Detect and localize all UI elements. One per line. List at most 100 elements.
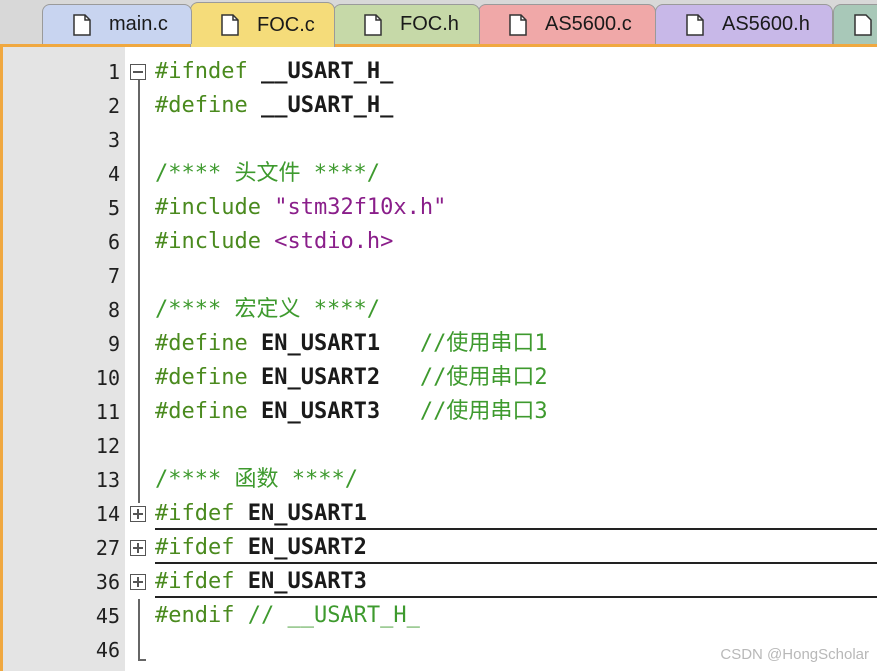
line-number: 36	[95, 570, 120, 594]
expand-fold-icon[interactable]	[130, 506, 146, 522]
code-text: #ifdef EN_USART2	[155, 534, 367, 562]
line-number: 14	[95, 502, 120, 526]
code-text: /**** 头文件 ****/	[155, 160, 380, 188]
code-token: // __USART_H_	[247, 603, 420, 628]
tab-label: AS5600.h	[722, 13, 810, 35]
code-line[interactable]: 36 #ifdef EN_USART3	[3, 565, 877, 599]
tab-label: main.c	[109, 13, 168, 35]
code-token: #ifdef	[155, 501, 248, 526]
code-token: #define	[155, 93, 261, 118]
code-token: EN_USART3	[260, 399, 381, 424]
file-icon	[364, 13, 382, 36]
code-token: /**** 函数 ****/	[155, 467, 358, 492]
code-text: /**** 宏定义 ****/	[155, 296, 380, 324]
line-number: 27	[95, 536, 120, 560]
code-line[interactable]: 3	[3, 123, 877, 157]
line-number: 10	[95, 366, 120, 390]
file-icon	[854, 13, 872, 36]
expand-fold-icon[interactable]	[130, 540, 146, 556]
tab-foc-h[interactable]: FOC.h	[333, 4, 480, 44]
line-number: 13	[95, 468, 120, 492]
tab-as5600-c[interactable]: AS5600.c	[478, 4, 656, 44]
collapsed-block-marker	[155, 528, 877, 530]
code-token: #endif	[155, 603, 248, 628]
code-token: EN_USART2	[247, 535, 367, 560]
tab-label: FOC.c	[257, 13, 315, 36]
line-number: 12	[95, 434, 120, 458]
code-token: <stdio.h>	[274, 229, 394, 254]
code-token: #ifdef	[155, 535, 248, 560]
code-line[interactable]: 14 #ifdef EN_USART1	[3, 497, 877, 531]
code-text: #endif // __USART_H_	[155, 602, 420, 630]
code-token: #define	[155, 365, 261, 390]
line-number: 6	[107, 230, 120, 254]
code-line[interactable]: 8 /**** 宏定义 ****/	[3, 293, 877, 327]
code-line[interactable]: 9 #define EN_USART1 //使用串口1	[3, 327, 877, 361]
code-token: //使用串口3	[380, 399, 548, 424]
fold-guide	[138, 80, 140, 503]
line-number: 5	[107, 196, 120, 220]
code-token: /**** 宏定义 ****/	[155, 297, 380, 322]
code-text: #include <stdio.h>	[155, 228, 393, 256]
tab-bar-divider	[0, 44, 877, 47]
collapse-fold-icon[interactable]	[130, 64, 146, 80]
line-number: 11	[95, 400, 120, 424]
line-number: 7	[107, 264, 120, 288]
tab-label: FOC.h	[400, 13, 459, 35]
fold-end-mark	[138, 659, 146, 661]
code-token: __USART_H_	[260, 93, 394, 118]
code-token: EN_USART1	[260, 331, 381, 356]
code-token: EN_USART3	[247, 569, 367, 594]
code-line[interactable]: 11 #define EN_USART3 //使用串口3	[3, 395, 877, 429]
code-line[interactable]: 6 #include <stdio.h>	[3, 225, 877, 259]
tab-bar: main.c FOC.c FOC.h AS5600.c AS5600.h	[0, 0, 877, 47]
code-text: #ifdef EN_USART3	[155, 568, 367, 596]
line-number: 3	[107, 128, 120, 152]
code-text: /**** 函数 ****/	[155, 466, 358, 494]
line-number: 45	[95, 604, 120, 628]
file-icon	[73, 13, 91, 36]
code-text: #ifndef __USART_H_	[155, 58, 393, 86]
code-token: #ifdef	[155, 569, 248, 594]
tab-as5600-h[interactable]: AS5600.h	[655, 4, 833, 44]
code-token: //使用串口2	[380, 365, 548, 390]
code-line[interactable]: 2 #define __USART_H_	[3, 89, 877, 123]
code-token: EN_USART2	[260, 365, 381, 390]
code-text: #define __USART_H_	[155, 92, 393, 120]
code-text: #include "stm32f10x.h"	[155, 194, 446, 222]
line-number: 2	[107, 94, 120, 118]
code-editor[interactable]: 1 #ifndef __USART_H_ 2 #define __USART_H_ 3 4…	[0, 47, 877, 671]
code-line[interactable]: 45 #endif // __USART_H_	[3, 599, 877, 633]
watermark: CSDN @HongScholar	[720, 646, 869, 663]
line-number: 46	[95, 638, 120, 662]
code-line[interactable]: 4 /**** 头文件 ****/	[3, 157, 877, 191]
code-text: #define EN_USART1 //使用串口1	[155, 330, 548, 358]
file-icon	[221, 14, 239, 36]
tab-main-c[interactable]: main.c	[42, 4, 192, 44]
code-token: /**** 头文件 ****/	[155, 161, 380, 186]
tab-foc-c[interactable]: FOC.c	[190, 2, 335, 47]
code-token: EN_USART1	[247, 501, 367, 526]
code-line[interactable]: 12	[3, 429, 877, 463]
code-line[interactable]: 1 #ifndef __USART_H_	[3, 55, 877, 89]
code-line[interactable]: 27 #ifdef EN_USART2	[3, 531, 877, 565]
code-token: #ifndef	[155, 59, 261, 84]
collapsed-block-marker	[155, 562, 877, 564]
code-text: #define EN_USART3 //使用串口3	[155, 398, 548, 426]
collapsed-block-marker	[155, 596, 877, 598]
tab-overflow[interactable]	[833, 4, 877, 44]
code-line[interactable]: 10 #define EN_USART2 //使用串口2	[3, 361, 877, 395]
code-line[interactable]: 5 #include "stm32f10x.h"	[3, 191, 877, 225]
line-number: 8	[107, 298, 120, 322]
line-number: 9	[107, 332, 120, 356]
expand-fold-icon[interactable]	[130, 574, 146, 590]
code-text: #ifdef EN_USART1	[155, 500, 367, 528]
line-number: 1	[107, 60, 120, 84]
code-text: #define EN_USART2 //使用串口2	[155, 364, 548, 392]
line-number: 4	[107, 162, 120, 186]
code-line[interactable]: 13 /**** 函数 ****/	[3, 463, 877, 497]
code-line[interactable]: 7	[3, 259, 877, 293]
fold-guide	[138, 599, 140, 659]
file-icon	[686, 13, 704, 36]
code-token: #include	[155, 195, 275, 220]
